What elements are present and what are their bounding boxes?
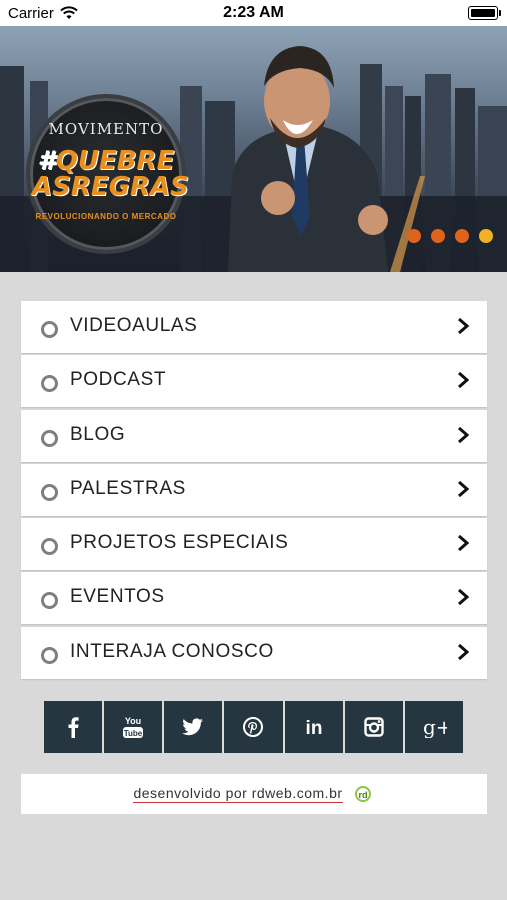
chevron-right-icon: [458, 372, 469, 389]
menu-item-label: BLOG: [70, 423, 126, 445]
radio-bullet-icon: [41, 483, 58, 501]
developer-credit[interactable]: desenvolvido por rdweb.com.br rd: [21, 774, 487, 814]
radio-bullet-icon: [41, 538, 58, 556]
pinterest-icon: [243, 717, 264, 737]
menu-item-label: PODCAST: [70, 369, 167, 391]
linkedin-button[interactable]: in: [284, 701, 343, 753]
brand-logo: MOVIMENTO #QUEBRE ASREGRAS REVOLUCIONAND…: [26, 94, 189, 254]
twitter-icon: [182, 718, 204, 736]
menu-item-label: PALESTRAS: [70, 477, 186, 499]
logo-subtitle: REVOLUCIONANDO O MERCADO: [35, 212, 177, 221]
rdweb-logo-icon: rd: [354, 786, 371, 802]
hero-banner[interactable]: MOVIMENTO #QUEBRE ASREGRAS REVOLUCIONAND…: [0, 26, 507, 272]
chevron-right-icon: [458, 426, 469, 443]
google-plus-button[interactable]: g+: [404, 701, 463, 753]
slide-indicator: [407, 229, 493, 243]
gplus-text: g+: [423, 716, 447, 738]
slide-dot-active[interactable]: [479, 229, 493, 243]
battery-icon: [468, 6, 501, 20]
youtube-you-text: You: [125, 716, 141, 726]
chevron-right-icon: [458, 643, 469, 660]
main-menu: VIDEOAULAS PODCAST BLOG PALESTRAS PROJET…: [21, 301, 487, 681]
menu-item-interaja-conosco[interactable]: INTERAJA CONOSCO: [21, 626, 487, 679]
youtube-button[interactable]: You Tube: [104, 701, 163, 753]
slide-dot[interactable]: [455, 229, 469, 243]
menu-item-label: EVENTOS: [70, 586, 165, 608]
radio-bullet-icon: [41, 375, 58, 393]
youtube-tube-text: Tube: [124, 729, 143, 738]
radio-bullet-icon: [41, 592, 58, 610]
chevron-right-icon: [458, 317, 469, 335]
status-time: 2:23 AM: [223, 4, 284, 21]
instagram-icon: [364, 717, 384, 737]
google-plus-icon: g+: [423, 716, 447, 738]
slide-dot[interactable]: [431, 229, 445, 243]
menu-item-label: PROJETOS ESPECIAIS: [70, 532, 289, 554]
pinterest-button[interactable]: [224, 701, 283, 753]
social-bar: You Tube in g+: [44, 701, 463, 753]
menu-item-palestras[interactable]: PALESTRAS: [21, 463, 487, 516]
slide-dot[interactable]: [407, 229, 421, 243]
radio-bullet-icon: [41, 429, 58, 447]
radio-bullet-icon: [41, 321, 58, 338]
menu-item-projetos-especiais[interactable]: PROJETOS ESPECIAIS: [21, 518, 487, 571]
logo-main-text: #QUEBRE ASREGRAS: [32, 148, 189, 200]
menu-item-eventos[interactable]: EVENTOS: [21, 572, 487, 625]
logo-top-text: MOVIMENTO: [48, 120, 164, 138]
developer-credit-text: desenvolvido por rdweb.com.br: [133, 785, 343, 803]
menu-item-blog[interactable]: BLOG: [21, 409, 487, 462]
logo-line2: ASREGRAS: [32, 172, 189, 202]
menu-item-label: INTERAJA CONOSCO: [70, 640, 274, 662]
menu-item-videoaulas[interactable]: VIDEOAULAS: [21, 301, 487, 353]
menu-item-label: VIDEOAULAS: [70, 315, 198, 336]
chevron-right-icon: [458, 589, 469, 606]
chevron-right-icon: [458, 480, 469, 498]
youtube-icon: You Tube: [123, 716, 144, 738]
linkedin-icon: in: [305, 718, 322, 737]
radio-bullet-icon: [41, 646, 58, 664]
instagram-button[interactable]: [344, 701, 403, 753]
facebook-button[interactable]: [44, 701, 103, 753]
menu-item-podcast[interactable]: PODCAST: [21, 355, 487, 408]
twitter-button[interactable]: [164, 701, 223, 753]
chevron-right-icon: [458, 535, 469, 552]
status-bar: Carrier 2:23 AM: [0, 0, 507, 26]
rdweb-logo-text: rd: [358, 790, 367, 800]
facebook-icon: [68, 717, 79, 738]
linkedin-text: in: [305, 718, 322, 737]
